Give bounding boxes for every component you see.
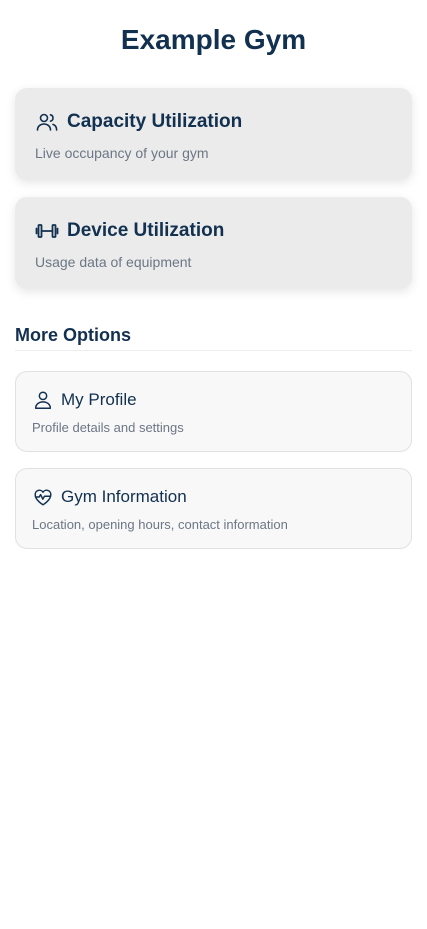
- device-utilization-card[interactable]: Device Utilization Usage data of equipme…: [15, 197, 412, 289]
- option-subtitle: Location, opening hours, contact informa…: [32, 517, 288, 532]
- option-header: My Profile: [32, 388, 137, 412]
- home-screen: Example Gym Capacity Utilization Live oc…: [0, 0, 427, 929]
- card-header: Device Utilization: [35, 218, 224, 244]
- my-profile-card[interactable]: My Profile Profile details and settings: [15, 371, 412, 452]
- users-icon: [35, 110, 59, 134]
- card-header: Capacity Utilization: [35, 109, 242, 135]
- card-subtitle: Usage data of equipment: [35, 254, 192, 270]
- card-title: Device Utilization: [67, 220, 225, 241]
- option-title: Gym Information: [61, 487, 187, 506]
- option-subtitle: Profile details and settings: [32, 420, 184, 435]
- heart-pulse-icon: [32, 486, 54, 508]
- dumbbell-icon: [35, 219, 59, 243]
- option-header: Gym Information: [32, 485, 187, 509]
- card-title: Capacity Utilization: [67, 111, 243, 132]
- card-subtitle: Live occupancy of your gym: [35, 145, 209, 161]
- page-title: Example Gym: [120, 24, 307, 55]
- gym-information-card[interactable]: Gym Information Location, opening hours,…: [15, 468, 412, 549]
- capacity-utilization-card[interactable]: Capacity Utilization Live occupancy of y…: [15, 88, 412, 180]
- option-title: My Profile: [61, 390, 137, 409]
- more-options-heading: More Options: [15, 323, 412, 351]
- user-icon: [32, 389, 54, 411]
